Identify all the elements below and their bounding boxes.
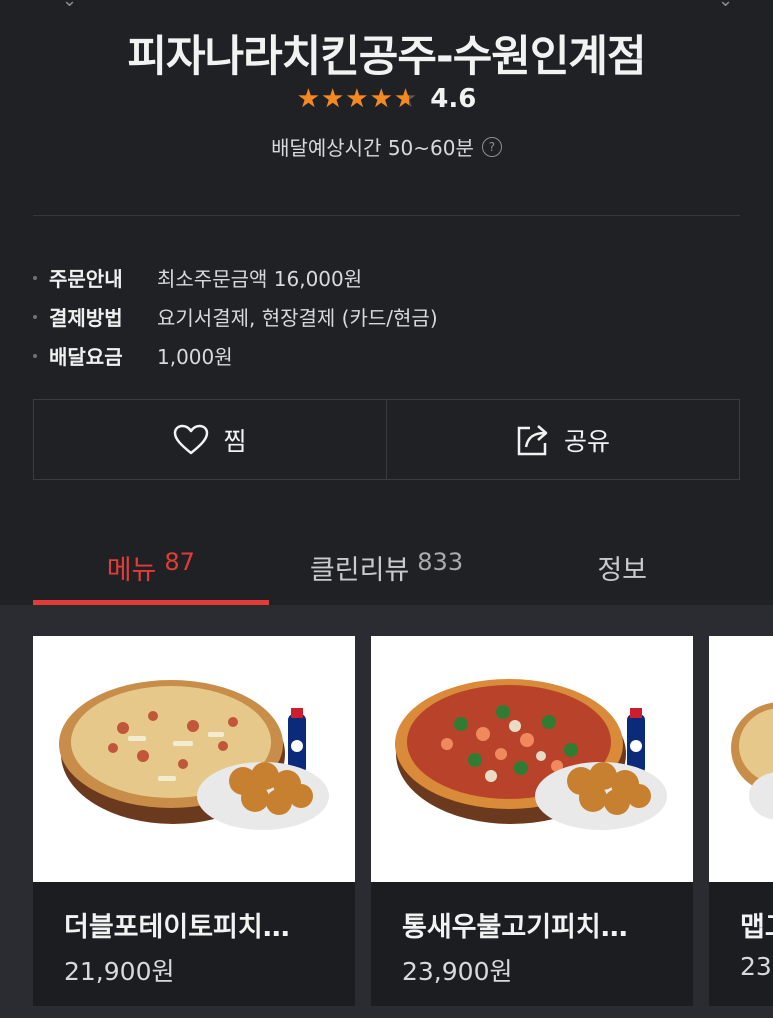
action-bar: 찜 공유 [33, 399, 740, 480]
store-title: 피자나라치킨공주-수원인계점 [127, 32, 646, 82]
tab-count: 833 [417, 548, 464, 576]
menu-item-name: 맵고 [740, 912, 773, 943]
menu-item-image [33, 636, 355, 882]
tab-label: 정보 [597, 555, 648, 586]
menu-item-name: 통새우불고기피치… [402, 912, 628, 943]
delivery-time: 배달예상시간 50~60분 ? [0, 132, 773, 161]
info-row-order: 주문안내 최소주문금액 16,000원 [33, 258, 740, 297]
tab-label: 메뉴 [106, 555, 157, 586]
menu-item-price: 23 [740, 952, 772, 981]
rating-row: ★★★★★ ★★★★★ 4.6 [0, 84, 773, 114]
menu-card[interactable]: 통새우불고기피치… 23,900원 [371, 636, 693, 1006]
menu-item-price: 23,900원 [402, 957, 513, 986]
menu-item-name: 더블포테이토피치… [64, 912, 290, 943]
info-value: 요기서결제, 현장결제 (카드/현금) [157, 306, 438, 330]
info-value: 최소주문금액 16,000원 [157, 267, 363, 291]
bullet-icon [33, 275, 37, 280]
share-icon [517, 424, 548, 455]
menu-item-image [709, 636, 773, 882]
store-info-list: 주문안내 최소주문금액 16,000원 결제방법 요기서결제, 현장결제 (카드… [33, 258, 740, 375]
info-row-payment: 결제방법 요기서결제, 현장결제 (카드/현금) [33, 297, 740, 336]
menu-carousel[interactable]: 더블포테이토피치… 21,900원 통새우불고기피치… 23,900원 맵 23 [0, 605, 773, 1018]
menu-item-image [371, 636, 693, 882]
menu-card[interactable]: 더블포테이토피치… 21,900원 [33, 636, 355, 1006]
rating-stars: ★★★★★ ★★★★★ [297, 84, 419, 114]
star-icons-filled: ★★★★★ [296, 84, 409, 114]
help-icon[interactable]: ? [481, 136, 502, 157]
info-value: 1,000원 [157, 345, 233, 369]
bullet-icon [33, 353, 37, 358]
info-label: 배달요금 [49, 345, 123, 369]
tab-count: 87 [164, 548, 195, 576]
like-label: 찜 [223, 426, 247, 456]
bullet-icon [33, 314, 37, 319]
share-label: 공유 [563, 426, 610, 456]
tab-menu[interactable]: 메뉴 87 [33, 530, 269, 605]
info-label: 주문안내 [49, 267, 123, 291]
info-label: 결제방법 [49, 306, 123, 330]
top-edge-icons: ⌄ ⌄ [0, 0, 773, 10]
tab-info[interactable]: 정보 [504, 530, 740, 605]
tab-bar: 메뉴 87 클린리뷰 833 정보 [33, 530, 740, 605]
share-button[interactable]: 공유 [386, 400, 739, 479]
menu-icon[interactable]: ⌄ [718, 0, 733, 10]
menu-item-price: 21,900원 [64, 957, 175, 986]
like-button[interactable]: 찜 [34, 400, 386, 479]
tab-clean-review[interactable]: 클린리뷰 833 [269, 530, 505, 605]
tab-label: 클린리뷰 [309, 555, 410, 586]
rating-value: 4.6 [430, 84, 477, 114]
info-row-delivery-fee: 배달요금 1,000원 [33, 336, 740, 375]
heart-icon [174, 424, 209, 454]
divider [33, 215, 740, 216]
back-icon[interactable]: ⌄ [62, 0, 77, 10]
delivery-time-text: 배달예상시간 50~60분 [271, 136, 474, 160]
menu-card[interactable]: 맵고 23 [709, 636, 773, 1006]
